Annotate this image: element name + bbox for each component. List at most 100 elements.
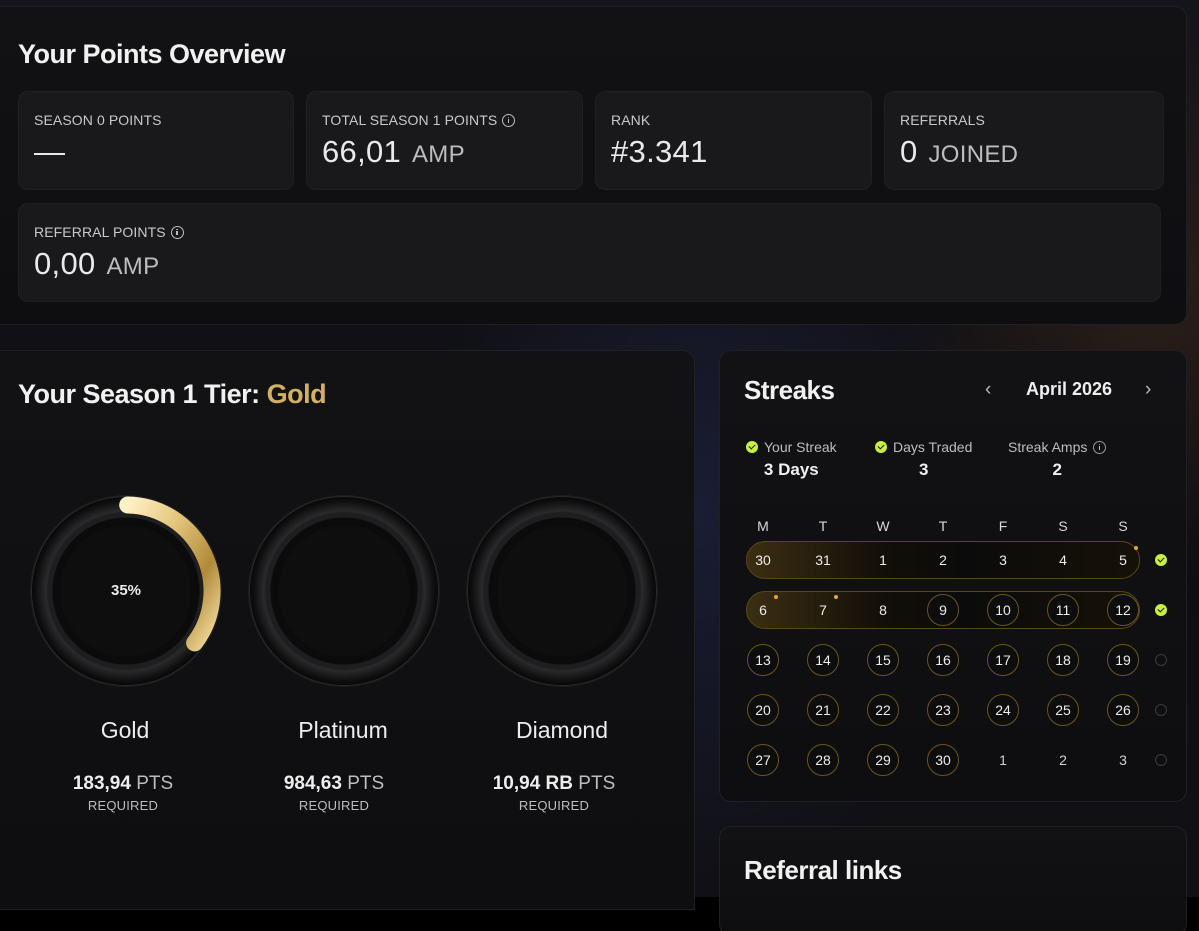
card-label: TOTAL SEASON 1 POINTS: [322, 112, 498, 128]
week-incomplete-icon: [1155, 704, 1167, 716]
tier-required-label: REQUIRED: [518, 798, 590, 813]
tier-name: Diamond: [515, 717, 609, 743]
weekday-label: T: [818, 518, 828, 534]
tier-points-value: 183,94: [72, 773, 131, 794]
card-label: SEASON 0 POINTS: [34, 112, 162, 128]
calendar-day[interactable]: 18: [1047, 644, 1079, 676]
card-value: —: [34, 134, 66, 169]
calendar-day[interactable]: 1: [867, 544, 899, 576]
tier-name: Platinum: [298, 717, 388, 743]
card-unit: AMP: [106, 253, 160, 280]
calendar-day[interactable]: 24: [987, 694, 1019, 726]
streaks-title: Streaks: [744, 375, 835, 405]
calendar-day[interactable]: 11: [1047, 594, 1079, 626]
card-value: 66,01: [322, 134, 402, 169]
current-tier: Gold: [266, 379, 327, 409]
calendar-day[interactable]: 13: [747, 644, 779, 676]
tier-points-unit: PTS: [136, 773, 174, 794]
referrals-card: REFERRALS 0 JOINED: [884, 91, 1164, 190]
stat-label: Your Streak: [764, 439, 837, 455]
referral-points-card: REFERRAL POINTS 0,00 AMP: [18, 203, 1161, 302]
traded-day-marker: [1134, 546, 1138, 550]
platinum-tier-ring: [249, 496, 439, 686]
gold-progress-label: 35%: [110, 582, 142, 599]
total-season1-points-card: TOTAL SEASON 1 POINTS 66,01 AMP: [306, 91, 583, 190]
weekday-label: F: [998, 518, 1008, 534]
info-icon[interactable]: [170, 225, 184, 239]
chevron-right-icon[interactable]: ›: [1145, 379, 1151, 401]
weekday-label: M: [757, 518, 769, 534]
your-streak-stat: Your Streak 3 Days: [746, 439, 837, 480]
tier-points-unit: PTS: [347, 773, 385, 794]
tier-title: Your Season 1 Tier: Gold: [18, 379, 327, 410]
calendar-day[interactable]: 19: [1107, 644, 1139, 676]
calendar-day[interactable]: 15: [867, 644, 899, 676]
week-complete-icon: [1155, 604, 1167, 616]
days-traded-stat: Days Traded 3: [875, 439, 972, 480]
calendar-day[interactable]: 10: [987, 594, 1019, 626]
calendar-day[interactable]: 8: [867, 594, 899, 626]
calendar-day[interactable]: 30: [927, 744, 959, 776]
calendar-day[interactable]: 22: [867, 694, 899, 726]
traded-day-marker: [834, 595, 838, 599]
weekday-label: W: [876, 518, 890, 534]
calendar-day[interactable]: 14: [807, 644, 839, 676]
calendar-day[interactable]: 16: [927, 644, 959, 676]
calendar-day[interactable]: 30: [747, 544, 779, 576]
card-unit: AMP: [412, 141, 465, 168]
streaks-panel: Streaks ‹ April 2026 › Your Streak 3 Day…: [719, 350, 1187, 802]
info-icon[interactable]: [1093, 440, 1107, 454]
card-label: REFERRALS: [900, 112, 985, 128]
gold-tier-ring: 35%: [31, 496, 221, 686]
referral-links-title: Referral links: [744, 855, 902, 885]
calendar-day[interactable]: 23: [927, 694, 959, 726]
card-value: #3.341: [611, 134, 708, 169]
weekday-label: S: [1058, 518, 1068, 534]
check-icon: [746, 441, 758, 453]
tier-title-prefix: Your Season 1 Tier:: [18, 379, 260, 409]
calendar-day[interactable]: 27: [747, 744, 779, 776]
tier-points-unit: PTS: [578, 773, 616, 794]
calendar-day[interactable]: 4: [1047, 544, 1079, 576]
calendar-day[interactable]: 17: [987, 644, 1019, 676]
weekday-label: T: [938, 518, 948, 534]
calendar-day[interactable]: 29: [867, 744, 899, 776]
calendar-day[interactable]: 25: [1047, 694, 1079, 726]
calendar-day[interactable]: 12: [1107, 594, 1139, 626]
calendar-day[interactable]: 21: [807, 694, 839, 726]
calendar-day[interactable]: 26: [1107, 694, 1139, 726]
calendar-day[interactable]: 31: [807, 544, 839, 576]
calendar-day[interactable]: 9: [927, 594, 959, 626]
diamond-tier-ring: [467, 496, 657, 686]
season0-points-card: SEASON 0 POINTS —: [18, 91, 294, 190]
card-value: 0,00: [34, 246, 96, 281]
stat-value: 3: [918, 460, 929, 479]
tier-points-required: 183,94 PTS: [23, 773, 223, 795]
stat-value: 3 Days: [763, 460, 819, 479]
info-icon[interactable]: [502, 113, 516, 127]
tier-points-value: 10,94 RB: [492, 773, 574, 794]
card-unit: JOINED: [928, 141, 1019, 168]
tier-required-label: REQUIRED: [298, 798, 370, 813]
points-overview-title: Your Points Overview: [18, 39, 286, 69]
calendar-day[interactable]: 2: [927, 544, 959, 576]
tier-required-label: REQUIRED: [87, 798, 159, 813]
month-label: April 2026: [1026, 379, 1113, 399]
calendar-day[interactable]: 3: [987, 544, 1019, 576]
calendar-day[interactable]: 3: [1107, 744, 1139, 776]
week-complete-icon: [1155, 554, 1167, 566]
tier-points-required: 10,94 RB PTS: [454, 773, 654, 795]
tier-points-value: 984,63: [283, 773, 342, 794]
check-icon: [875, 441, 887, 453]
calendar-day[interactable]: 28: [807, 744, 839, 776]
card-value: 0: [900, 134, 918, 169]
tier-points-required: 984,63 PTS: [234, 773, 434, 795]
calendar-day[interactable]: 20: [747, 694, 779, 726]
points-overview-panel: Your Points Overview SEASON 0 POINTS — T…: [0, 6, 1187, 325]
week-incomplete-icon: [1155, 754, 1167, 766]
card-label: REFERRAL POINTS: [34, 224, 166, 240]
chevron-left-icon[interactable]: ‹: [985, 379, 991, 401]
calendar-day[interactable]: 2: [1047, 744, 1079, 776]
card-label: RANK: [611, 112, 651, 128]
calendar-day[interactable]: 1: [987, 744, 1019, 776]
